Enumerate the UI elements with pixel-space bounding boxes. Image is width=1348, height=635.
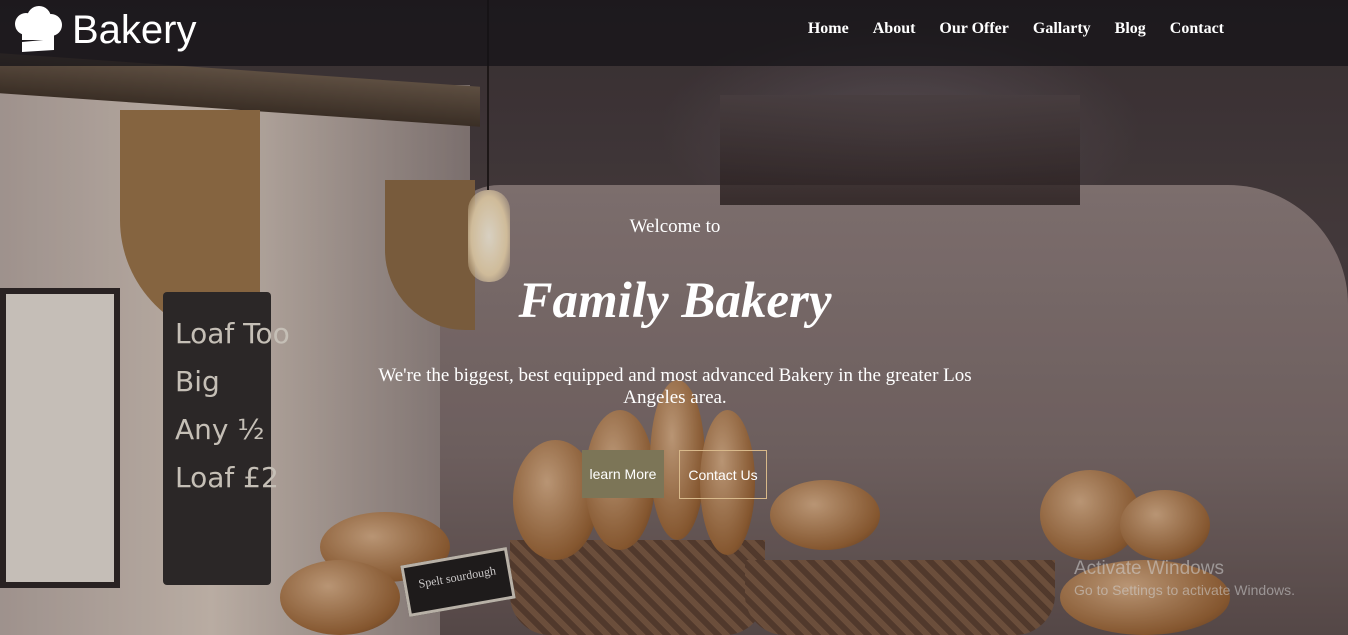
nav-gallery[interactable]: Gallarty xyxy=(1033,20,1091,38)
brand-logo[interactable]: Bakery xyxy=(10,6,197,54)
brand-name: Bakery xyxy=(72,8,197,52)
watermark-title: Activate Windows xyxy=(1074,558,1224,579)
main-nav: Home About Our Offer Gallarty Blog Conta… xyxy=(808,20,1224,38)
nav-our-offer[interactable]: Our Offer xyxy=(939,20,1008,38)
nav-blog[interactable]: Blog xyxy=(1115,20,1146,38)
chef-hat-icon xyxy=(15,6,62,52)
hero-title: Family Bakery xyxy=(518,273,832,329)
nav-contact[interactable]: Contact xyxy=(1170,20,1224,38)
windows-activation-watermark: Activate Windows Go to Settings to activ… xyxy=(1074,558,1295,598)
watermark-subtitle: Go to Settings to activate Windows. xyxy=(1074,582,1295,598)
top-navbar: Bakery Home About Our Offer Gallarty Blo… xyxy=(0,0,1348,66)
nav-about[interactable]: About xyxy=(873,20,916,38)
hero-welcome: Welcome to xyxy=(629,216,721,237)
hero-description: We're the biggest, best equipped and mos… xyxy=(378,365,972,408)
contact-us-button[interactable]: Contact Us xyxy=(679,450,767,499)
nav-home[interactable]: Home xyxy=(808,20,849,38)
learn-more-button[interactable]: learn More xyxy=(582,450,664,498)
